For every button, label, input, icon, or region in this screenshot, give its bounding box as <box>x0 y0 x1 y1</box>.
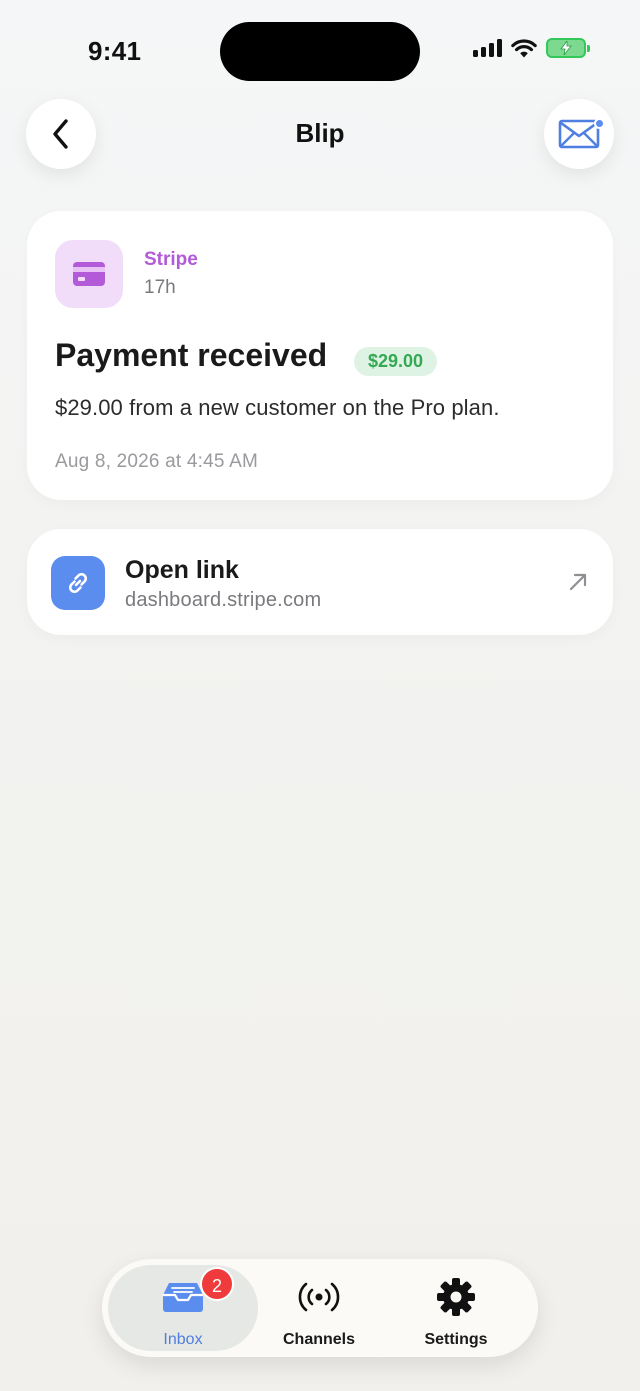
notification-card: Stripe 17h Payment received $29.00 $29.0… <box>27 211 613 500</box>
notification-age: 17h <box>144 277 176 298</box>
tab-settings-label: Settings <box>424 1331 488 1348</box>
app-name: Stripe <box>144 249 198 270</box>
credit-card-icon <box>73 262 105 286</box>
external-arrow-icon <box>569 573 587 591</box>
broadcast-icon <box>294 1277 344 1317</box>
link-icon-tile <box>51 556 105 610</box>
tab-bar: Inbox Channels Settings <box>102 1259 538 1357</box>
link-url: dashboard.stripe.com <box>125 589 322 611</box>
cellular-signal-icon <box>473 39 502 57</box>
status-time: 9:41 <box>88 36 142 66</box>
link-title: Open link <box>125 556 239 584</box>
unread-dot <box>594 118 605 129</box>
dynamic-island <box>220 22 420 81</box>
notification-body: $29.00 from a new customer on the Pro pl… <box>55 395 500 420</box>
mail-button[interactable] <box>544 99 614 169</box>
tab-channels[interactable]: Channels <box>252 1259 386 1357</box>
open-link-row[interactable]: Open link dashboard.stripe.com <box>27 529 613 635</box>
inbox-tray-icon <box>161 1277 205 1317</box>
link-icon <box>68 572 88 594</box>
app-icon <box>55 240 123 308</box>
status-icons <box>473 38 590 58</box>
amount-badge: $29.00 <box>354 347 438 376</box>
wifi-icon <box>511 38 537 57</box>
tab-inbox-label: Inbox <box>163 1331 203 1348</box>
battery-charging-icon <box>546 38 590 58</box>
tab-channels-label: Channels <box>282 1331 355 1348</box>
inbox-unread-badge: 2 <box>200 1267 234 1301</box>
notification-title: Payment received <box>55 337 328 373</box>
tab-settings[interactable]: Settings <box>388 1259 524 1357</box>
screen: 9:41 Blip Stripe 17h Payment received $2… <box>0 0 640 1391</box>
tab-inbox[interactable]: Inbox <box>108 1259 258 1357</box>
status-bar: 9:41 <box>0 0 640 100</box>
gear-icon <box>436 1277 476 1317</box>
notification-date: Aug 8, 2026 at 4:45 AM <box>55 451 258 472</box>
